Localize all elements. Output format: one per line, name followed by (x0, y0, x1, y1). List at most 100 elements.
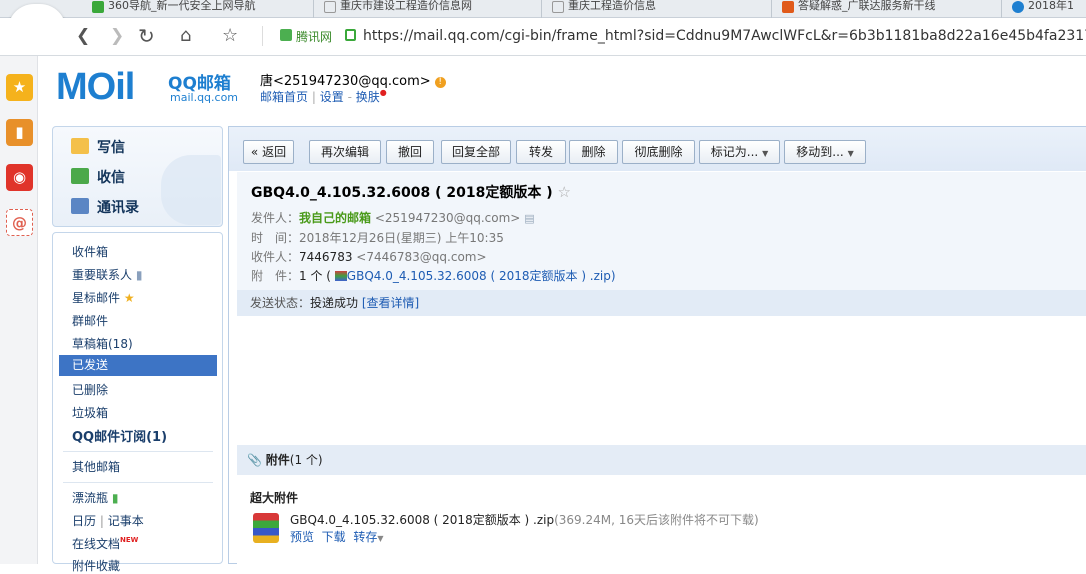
header-links: 邮箱首页 | 设置 - 换肤● (260, 88, 387, 105)
mailbox-home-link[interactable]: 邮箱首页 (260, 90, 308, 104)
folder-qq-subscription[interactable]: QQ邮件订阅(1) (72, 426, 167, 445)
forward-button[interactable]: 转发 (516, 140, 566, 164)
paperclip-icon: 📎 (247, 453, 262, 467)
tab-360-icon (92, 1, 104, 13)
browser-tab-bar: 360导航_新一代安全上网导航 重庆市建设工程造价信息网 重庆工程造价信息 答疑… (0, 0, 1086, 18)
bookmark-icon: ▮ (135, 268, 143, 282)
star-mark-icon[interactable]: ☆ (558, 183, 571, 201)
brand-url: mail.qq.com (170, 91, 239, 104)
skin-link[interactable]: 换肤 (356, 90, 380, 104)
browser-tab-4[interactable]: 答疑解惑_广联达服务新干线 (776, 0, 1002, 18)
attachment-link[interactable]: GBQ4.0_4.105.32.6008 ( 2018定额版本 ) .zip (347, 269, 611, 283)
browser-tab-5[interactable]: 2018年1 (1006, 0, 1086, 18)
warning-icon[interactable]: ! (434, 77, 446, 88)
zip-file-icon (334, 271, 347, 281)
attachment-actions: 预览 下载 转存▼ (290, 528, 383, 545)
delete-button[interactable]: 删除 (569, 140, 618, 164)
user-account: 唐<251947230@qq.com>! (260, 70, 446, 89)
sender-address: <251947230@qq.com> (374, 211, 521, 225)
star-icon: ★ (123, 291, 135, 305)
folder-starred[interactable]: 星标邮件 ★ (72, 289, 135, 306)
forward-icon[interactable]: ❯ (110, 26, 124, 46)
move-to-dropdown[interactable]: 移动到... ▼ (784, 140, 866, 164)
browser-sidebar: ★ ▮ ◉ @ (0, 56, 38, 564)
divider (63, 482, 213, 483)
reply-all-button[interactable]: 回复全部 (441, 140, 511, 164)
tencent-news-icon (280, 29, 292, 41)
tab-page-icon (324, 1, 336, 13)
folder-group-mail[interactable]: 群邮件 (72, 312, 108, 329)
other-mailboxes[interactable]: 其他邮箱 (72, 458, 120, 475)
divider: - (347, 90, 352, 104)
write-mail-button[interactable]: 写信 (71, 137, 125, 157)
tencent-news-link[interactable]: 腾讯网 (296, 28, 332, 45)
folder-important-contacts[interactable]: 重要联系人 ▮ (72, 266, 142, 283)
attachment-file-name[interactable]: GBQ4.0_4.105.32.6008 ( 2018定额版本 ) .zip (290, 513, 554, 527)
preview-link[interactable]: 预览 (290, 530, 314, 544)
recall-button[interactable]: 撤回 (386, 140, 434, 164)
drift-bottle[interactable]: 漂流瓶 ▮ (72, 489, 118, 506)
tab-glodon-icon (782, 1, 794, 13)
large-attachment-title: 超大附件 (250, 491, 299, 505)
online-docs[interactable]: 在线文档NEW (72, 535, 138, 552)
zip-archive-icon (253, 513, 279, 543)
divider (63, 451, 213, 452)
mail-quick-nav: 写信 收信 通讯录 (52, 126, 223, 227)
mail-read-panel: « 返回 再次编辑 撤回 回复全部 转发 删除 彻底删除 标记为... ▼ 移动… (228, 126, 1086, 565)
contact-card-icon[interactable]: ▤ (524, 212, 534, 225)
reload-icon[interactable]: ↻ (138, 26, 155, 46)
notes-link[interactable]: 记事本 (108, 514, 144, 528)
calendar-notes: 日历 | 记事本 (72, 512, 144, 529)
settings-link[interactable]: 设置 (320, 90, 344, 104)
receive-mail-button[interactable]: 收信 (71, 167, 125, 187)
mail-at-icon[interactable]: @ (6, 209, 33, 236)
calendar-link[interactable]: 日历 (72, 514, 96, 528)
folder-deleted[interactable]: 已删除 (72, 381, 108, 398)
chevron-down-icon: ▼ (762, 149, 769, 158)
qqmail-logo[interactable]: MOil (56, 66, 135, 109)
download-link[interactable]: 下载 (322, 530, 346, 544)
contacts-button[interactable]: 通讯录 (71, 197, 139, 217)
attachments-header: 📎 附件(1 个) (237, 445, 1086, 475)
time-row: 时 间：2018年12月26日(星期三) 上午10:35 (251, 231, 504, 245)
back-button[interactable]: « 返回 (243, 140, 294, 164)
home-icon[interactable]: ⌂ (180, 26, 191, 46)
divider: | (311, 90, 316, 104)
re-edit-button[interactable]: 再次编辑 (309, 140, 381, 164)
penguin-decoration-icon (161, 155, 221, 225)
folder-sent[interactable]: 已发送 (59, 355, 217, 376)
mail-header: GBQ4.0_4.105.32.6008 ( 2018定额版本 ) ☆ 发件人：… (237, 172, 1086, 290)
favorites-icon[interactable]: ★ (6, 74, 33, 101)
attachment-file-info: (369.24M, 16天后该附件将不可下载) (554, 513, 759, 527)
save-to-link[interactable]: 转存 (353, 530, 377, 544)
chevron-down-icon: ▼ (847, 149, 854, 158)
weibo-icon[interactable]: ◉ (6, 164, 33, 191)
url-input[interactable]: https://mail.qq.com/cgi-bin/frame_html?s… (363, 23, 1086, 49)
mark-as-dropdown[interactable]: 标记为... ▼ (699, 140, 780, 164)
bookmark-star-icon[interactable]: ☆ (222, 26, 238, 46)
mail-subject: GBQ4.0_4.105.32.6008 ( 2018定额版本 ) ☆ (251, 183, 571, 201)
chevron-down-icon: ▼ (377, 534, 384, 543)
reader-icon[interactable]: ▮ (6, 119, 33, 146)
folder-drafts[interactable]: 草稿箱(18) (72, 335, 133, 352)
sender-row: 发件人：我自己的邮箱 <251947230@qq.com> ▤ (251, 211, 535, 225)
recipient-name[interactable]: 7446783 (299, 250, 352, 264)
sender-name[interactable]: 我自己的邮箱 (299, 211, 371, 225)
folder-inbox[interactable]: 收件箱 (72, 243, 108, 260)
browser-tab-3[interactable]: 重庆工程造价信息 (546, 0, 772, 18)
divider (262, 26, 263, 46)
view-details-link[interactable]: [查看详情] (362, 296, 419, 310)
recipient-address: <7446783@qq.com> (356, 250, 487, 264)
browser-tab-2[interactable]: 重庆市建设工程造价信息网 (318, 0, 542, 18)
folder-spam[interactable]: 垃圾箱 (72, 404, 108, 421)
back-icon[interactable]: ❮ (76, 26, 90, 46)
permanent-delete-button[interactable]: 彻底删除 (622, 140, 695, 164)
tab-page-icon (552, 1, 564, 13)
bottle-icon: ▮ (111, 491, 119, 505)
attachment-file: GBQ4.0_4.105.32.6008 ( 2018定额版本 ) .zip(3… (290, 511, 759, 528)
attachment-favorites[interactable]: 附件收藏 (72, 557, 120, 574)
recipient-row: 收件人：7446783 <7446783@qq.com> (251, 250, 487, 264)
browser-tab-1[interactable]: 360导航_新一代安全上网导航 (86, 0, 314, 18)
mail-toolbar: « 返回 再次编辑 撤回 回复全部 转发 删除 彻底删除 标记为... ▼ 移动… (229, 127, 1086, 171)
pencil-icon (71, 138, 89, 154)
